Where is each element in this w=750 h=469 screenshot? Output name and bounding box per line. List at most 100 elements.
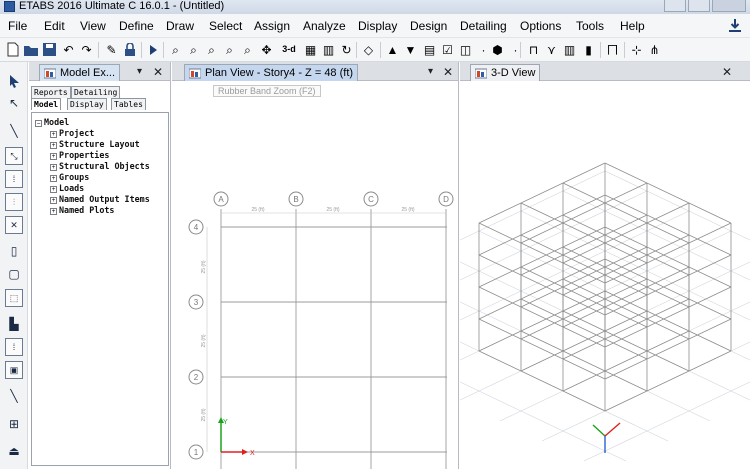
collapse-icon[interactable]: −: [35, 120, 42, 127]
zoom-previous-icon[interactable]: ⌕: [239, 41, 256, 58]
menu-display[interactable]: Display: [358, 19, 397, 33]
snap-icon[interactable]: ⊹: [628, 41, 645, 58]
elevation-view-icon[interactable]: ▥: [320, 41, 337, 58]
panel-menu-icon[interactable]: ▾: [137, 65, 142, 79]
object-shrink-icon[interactable]: ◇: [360, 41, 377, 58]
tab-model-explorer[interactable]: Model Ex...: [39, 64, 121, 81]
close-panel-icon[interactable]: ✕: [722, 65, 732, 79]
draw-line-icon[interactable]: ╲: [5, 122, 23, 140]
select-column-icon[interactable]: ⁞: [5, 170, 23, 188]
maximize-button[interactable]: [688, 0, 710, 12]
zoom-out-icon[interactable]: ⌕: [203, 41, 220, 58]
view-3d-canvas[interactable]: [460, 81, 750, 469]
select-wall-icon[interactable]: ⁞: [5, 338, 23, 356]
expand-icon[interactable]: +: [50, 186, 57, 193]
menu-analyze[interactable]: Analyze: [303, 19, 346, 33]
subtab-model[interactable]: Model: [31, 98, 62, 110]
plan-view-canvas[interactable]: A B C D 4 3 2 1 25 (ft) 25 (ft) 25 (ft) …: [172, 81, 459, 469]
dropdown-arrow-icon[interactable]: ·: [507, 41, 524, 58]
expand-icon[interactable]: +: [50, 153, 57, 160]
tree-item[interactable]: + Loads: [50, 183, 84, 194]
select-window-icon[interactable]: ⤡: [5, 147, 23, 165]
lock-icon[interactable]: [121, 41, 138, 58]
draw-rect-floor-icon[interactable]: ▢: [5, 265, 23, 283]
menu-options[interactable]: Options: [520, 19, 561, 33]
draw-dimension-icon[interactable]: ⏏: [5, 442, 23, 460]
menu-select[interactable]: Select: [209, 19, 242, 33]
draw-grid-icon[interactable]: ⊞: [5, 415, 23, 433]
tree-item[interactable]: + Structural Objects: [50, 161, 150, 172]
pencil-icon[interactable]: ✎: [103, 41, 120, 58]
download-icon[interactable]: [728, 18, 742, 33]
menu-edit[interactable]: Edit: [44, 19, 65, 33]
tree-item[interactable]: + Structure Layout: [50, 139, 140, 150]
material-icon[interactable]: ⬢: [489, 41, 506, 58]
draw-floor-icon[interactable]: ▯: [5, 242, 23, 260]
select-beam-icon[interactable]: ⫶: [5, 193, 23, 211]
plan-view-icon[interactable]: ▦: [302, 41, 319, 58]
expand-icon[interactable]: +: [50, 131, 57, 138]
menu-tools[interactable]: Tools: [576, 19, 604, 33]
draw-tendon-icon[interactable]: ╲: [5, 387, 23, 405]
grid-options-icon[interactable]: ▤: [421, 41, 438, 58]
menu-draw[interactable]: Draw: [166, 19, 194, 33]
subtab-reports[interactable]: Reports: [31, 86, 71, 98]
draw-brace-icon[interactable]: ⋎: [543, 41, 560, 58]
close-window-button[interactable]: [712, 0, 746, 12]
move-up-story-icon[interactable]: ▲: [384, 41, 401, 58]
select-brace-icon[interactable]: ✕: [5, 216, 23, 234]
tree-item[interactable]: + Named Plots: [50, 205, 114, 216]
select-opening-icon[interactable]: ▣: [5, 361, 23, 379]
tab-3d-view[interactable]: 3-D View: [470, 64, 541, 81]
draw-wall-icon[interactable]: ▥: [561, 41, 578, 58]
select-area-icon[interactable]: ⬚: [5, 289, 23, 307]
menu-design[interactable]: Design: [410, 19, 447, 33]
menu-file[interactable]: File: [8, 19, 27, 33]
zoom-extents-icon[interactable]: ⌕: [221, 41, 238, 58]
pointer-icon[interactable]: [5, 72, 23, 90]
expand-icon[interactable]: +: [50, 208, 57, 215]
subtab-display[interactable]: Display: [67, 98, 107, 110]
tree-item[interactable]: + Groups: [50, 172, 89, 183]
draw-wall-stack-icon[interactable]: ▙: [5, 315, 23, 333]
pan-icon[interactable]: ✥: [258, 41, 275, 58]
move-down-story-icon[interactable]: ▼: [402, 41, 419, 58]
redo-icon[interactable]: ↷: [78, 41, 95, 58]
tree-item[interactable]: + Named Output Items: [50, 194, 150, 205]
undo-icon[interactable]: ↶: [60, 41, 77, 58]
menu-view[interactable]: View: [80, 19, 106, 33]
run-analysis-icon[interactable]: [144, 41, 161, 58]
minimize-button[interactable]: [664, 0, 686, 12]
zoom-in-icon[interactable]: ⌕: [185, 41, 202, 58]
subtab-tables[interactable]: Tables: [111, 98, 146, 110]
menu-define[interactable]: Define: [119, 19, 154, 33]
tree-item[interactable]: + Properties: [50, 150, 109, 161]
draw-frame-icon[interactable]: ⊓: [525, 41, 542, 58]
view-3d-button[interactable]: 3-d: [279, 41, 299, 58]
zoom-window-icon[interactable]: ⌕: [167, 41, 184, 58]
set-display-icon[interactable]: ☑: [439, 41, 456, 58]
close-panel-icon[interactable]: ✕: [153, 65, 163, 79]
open-icon[interactable]: [22, 41, 39, 58]
expand-icon[interactable]: +: [50, 197, 57, 204]
expand-icon[interactable]: +: [50, 142, 57, 149]
menu-assign[interactable]: Assign: [254, 19, 290, 33]
expand-icon[interactable]: +: [50, 164, 57, 171]
expand-icon[interactable]: +: [50, 175, 57, 182]
draw-beam-icon[interactable]: ㄇ: [604, 41, 621, 58]
tree-item[interactable]: + Project: [50, 128, 94, 139]
tab-plan-view[interactable]: Plan View - Story4 - Z = 48 (ft): [184, 64, 359, 81]
menu-detailing[interactable]: Detailing: [460, 19, 507, 33]
close-panel-icon[interactable]: ✕: [443, 65, 453, 79]
display-options-icon[interactable]: ◫: [457, 41, 474, 58]
reshaper-icon[interactable]: ↖: [5, 94, 23, 112]
tree-root[interactable]: − Model: [35, 117, 69, 128]
subtab-detailing[interactable]: Detailing: [71, 86, 121, 98]
save-icon[interactable]: [41, 41, 58, 58]
rotate-icon[interactable]: ↻: [338, 41, 355, 58]
panel-menu-icon[interactable]: ▾: [428, 65, 433, 79]
menu-help[interactable]: Help: [620, 19, 645, 33]
draw-column-icon[interactable]: ▮: [580, 41, 597, 58]
reshape-icon[interactable]: ⋔: [646, 41, 663, 58]
new-model-icon[interactable]: [4, 41, 21, 58]
